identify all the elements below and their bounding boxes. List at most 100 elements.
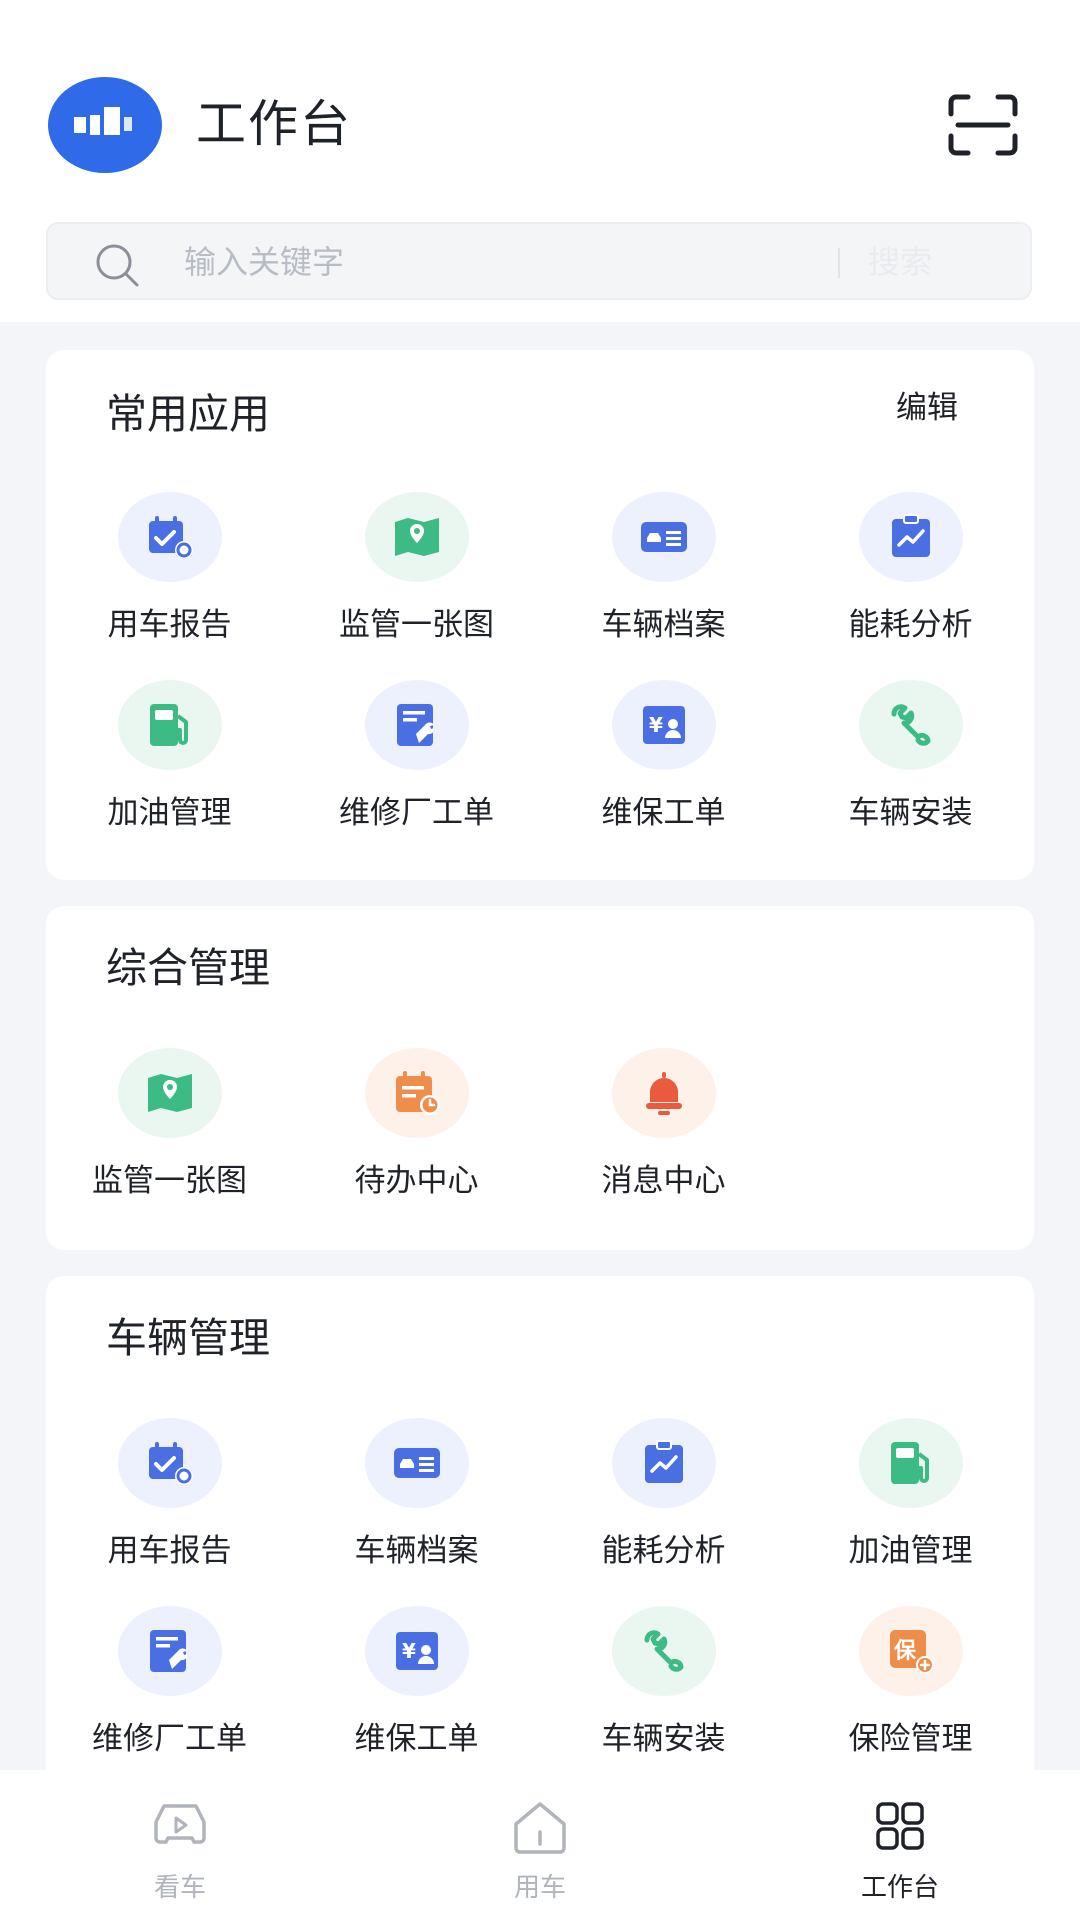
- app-label: 车辆安装: [848, 795, 973, 831]
- avatar-pixel: [104, 107, 120, 135]
- vehicle-card-icon: [394, 1448, 440, 1478]
- app-label: 维保工单: [354, 1721, 479, 1757]
- edit-button[interactable]: 编辑: [896, 386, 958, 430]
- app-item-insurance[interactable]: 保 保险管理: [787, 1606, 1034, 1776]
- app-icon-bg: [859, 680, 963, 770]
- app-icon-bg: [118, 492, 222, 582]
- search-bar: 搜索: [46, 222, 1032, 300]
- tab-label: 看车: [153, 1873, 206, 1903]
- tab-use-car[interactable]: 用车: [360, 1770, 720, 1920]
- app-icon-bg: [365, 1048, 469, 1138]
- app-icon-bg: [612, 1418, 716, 1508]
- wrench-icon: [644, 1630, 684, 1672]
- app-icon-bg: ¥: [612, 680, 716, 770]
- calendar-gear-icon: [149, 1442, 193, 1485]
- grid-icon: [876, 1802, 924, 1850]
- avatar-pixel: [90, 115, 100, 135]
- svg-text:¥: ¥: [402, 1639, 416, 1663]
- fuel-pump-icon: [891, 1442, 929, 1484]
- app-icon-bg: ¥: [365, 1606, 469, 1696]
- home-icon: [514, 1802, 566, 1854]
- alarm-bell-icon: [646, 1072, 682, 1115]
- app-item-energy-analysis[interactable]: 能耗分析: [787, 492, 1034, 662]
- app-icon-bg: [612, 1048, 716, 1138]
- app-label: 监管一张图: [339, 607, 494, 643]
- app-item-vehicle-report[interactable]: 用车报告: [46, 492, 293, 662]
- tab-bar: 看车 用车 工作台: [0, 1770, 1080, 1920]
- todo-calendar-icon: [396, 1071, 440, 1115]
- maintenance-order-icon: ¥: [643, 706, 685, 744]
- app-icon-bg: [612, 1606, 716, 1696]
- repair-order-icon: [150, 1630, 188, 1672]
- tab-label: 用车: [513, 1873, 566, 1903]
- app-label: 能耗分析: [601, 1533, 726, 1569]
- section-title: 综合管理: [106, 944, 270, 992]
- app-item-fuel-management[interactable]: 加油管理: [787, 1418, 1034, 1588]
- search-button[interactable]: 搜索: [868, 240, 932, 284]
- tab-workbench[interactable]: 工作台: [720, 1770, 1080, 1920]
- search-divider: [838, 248, 840, 278]
- app-item-repair-order[interactable]: 维修厂工单: [293, 680, 540, 850]
- app-item-fuel-management[interactable]: 加油管理: [46, 680, 293, 850]
- tab-view-car[interactable]: 看车: [0, 1770, 360, 1920]
- app-item-repair-order[interactable]: 维修厂工单: [46, 1606, 293, 1776]
- app-item-message-center[interactable]: 消息中心: [540, 1048, 787, 1218]
- app-label: 保险管理: [848, 1721, 973, 1757]
- app-item-supervision-map[interactable]: 监管一张图: [293, 492, 540, 662]
- app-label: 维修厂工单: [92, 1721, 247, 1757]
- app-item-vehicle-install[interactable]: 车辆安装: [540, 1606, 787, 1776]
- section-common-apps: 常用应用 编辑 用车报告 监管一张图 车辆档案 能耗分析 加油管理 维修厂工单 …: [46, 350, 1034, 880]
- app-icon-bg: [365, 680, 469, 770]
- app-item-vehicle-report[interactable]: 用车报告: [46, 1418, 293, 1588]
- section-title: 车辆管理: [106, 1314, 270, 1362]
- app-icon-bg: [859, 1418, 963, 1508]
- app-label: 车辆安装: [601, 1721, 726, 1757]
- avatar[interactable]: [48, 77, 162, 173]
- scan-button[interactable]: [948, 94, 1018, 156]
- search-input[interactable]: [182, 224, 826, 300]
- app-item-maintenance-order[interactable]: ¥ 维保工单: [540, 680, 787, 850]
- app-label: 消息中心: [601, 1163, 726, 1199]
- app-item-vehicle-install[interactable]: 车辆安装: [787, 680, 1034, 850]
- map-pin-icon: [148, 1074, 192, 1112]
- fuel-pump-icon: [150, 704, 188, 746]
- app-item-maintenance-order[interactable]: ¥ 维保工单: [293, 1606, 540, 1776]
- app-icon-bg: [118, 680, 222, 770]
- app-item-vehicle-archive[interactable]: 车辆档案: [293, 1418, 540, 1588]
- app-icon-bg: [118, 1418, 222, 1508]
- app-label: 监管一张图: [92, 1163, 247, 1199]
- app-icon-bg: [118, 1606, 222, 1696]
- svg-text:保: 保: [893, 1639, 917, 1664]
- app-item-supervision-map[interactable]: 监管一张图: [46, 1048, 293, 1218]
- app-icon-bg: [365, 1418, 469, 1508]
- chart-clipboard-icon: [645, 1440, 683, 1483]
- app-icon-bg: [365, 492, 469, 582]
- svg-text:¥: ¥: [649, 713, 663, 737]
- app-label: 车辆档案: [601, 607, 726, 643]
- maintenance-order-icon: ¥: [396, 1632, 438, 1670]
- avatar-pixel: [124, 117, 132, 131]
- map-pin-icon: [395, 518, 439, 556]
- calendar-gear-icon: [149, 516, 193, 559]
- header: 工作台 搜索: [0, 0, 1080, 322]
- app-item-todo-center[interactable]: 待办中心: [293, 1048, 540, 1218]
- app-icon-bg: [118, 1048, 222, 1138]
- car-view-icon: [154, 1804, 206, 1844]
- tab-label: 工作台: [860, 1873, 939, 1903]
- app-icon-bg: [859, 492, 963, 582]
- app-label: 待办中心: [354, 1163, 479, 1199]
- section-title: 常用应用: [106, 390, 270, 438]
- chart-clipboard-icon: [892, 514, 930, 557]
- section-vehicle-management: 车辆管理 用车报告 车辆档案 能耗分析 加油管理 维修厂工单 ¥ 维保工单 车辆…: [46, 1276, 1034, 1796]
- insurance-icon: 保: [890, 1630, 934, 1674]
- scan-icon: [948, 94, 1018, 156]
- app-label: 车辆档案: [354, 1533, 479, 1569]
- app-label: 维保工单: [601, 795, 726, 831]
- app-item-vehicle-archive[interactable]: 车辆档案: [540, 492, 787, 662]
- vehicle-card-icon: [641, 522, 687, 552]
- app-item-energy-analysis[interactable]: 能耗分析: [540, 1418, 787, 1588]
- app-label: 用车报告: [107, 607, 232, 643]
- app-label: 加油管理: [107, 795, 232, 831]
- repair-order-icon: [397, 704, 435, 746]
- avatar-pixel: [74, 117, 86, 133]
